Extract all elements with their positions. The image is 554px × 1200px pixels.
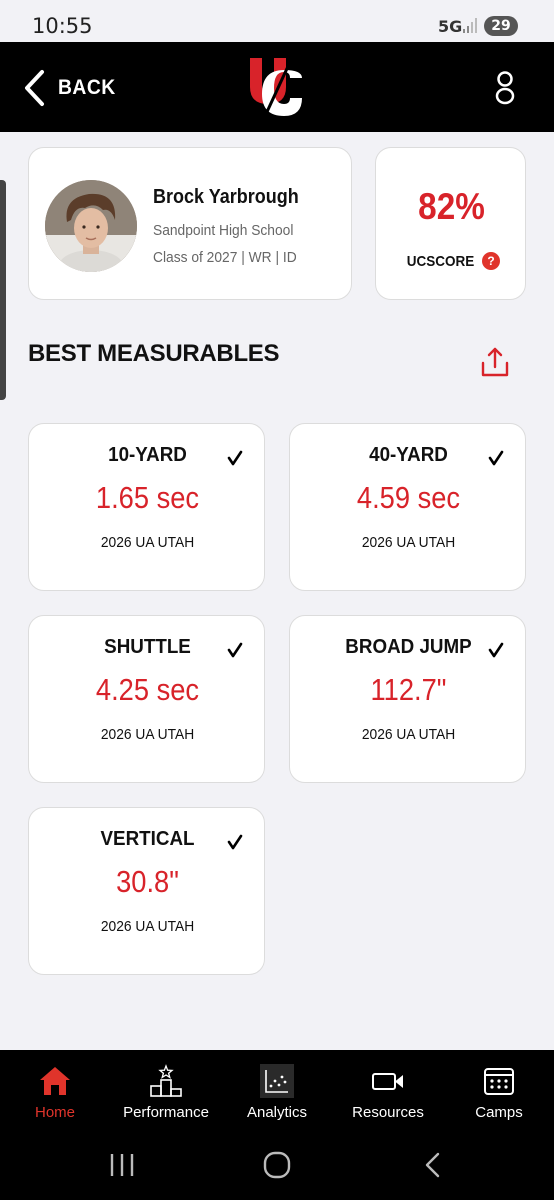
ucscore-label: UCSCORE <box>406 252 475 270</box>
check-icon <box>227 834 243 850</box>
measurable-value: 1.65 sec <box>95 480 200 515</box>
section-title: BEST MEASURABLES <box>28 340 280 367</box>
scatter-chart-icon <box>260 1064 294 1098</box>
measurable-value: 4.59 sec <box>356 480 461 515</box>
measurable-card-40-yard[interactable]: 40-YARD 4.59 sec 2026 UA UTAH <box>289 423 526 591</box>
measurable-event: 2026 UA UTAH <box>361 726 456 743</box>
ucscore-label-row: UCSCORE ? <box>376 252 527 270</box>
player-school: Sandpoint High School <box>153 222 294 239</box>
ucscore-value: 82% <box>418 186 485 227</box>
nav-home[interactable]: Home <box>22 1050 88 1130</box>
measurable-value: 30.8" <box>116 864 179 899</box>
measurable-event: 2026 UA UTAH <box>100 918 195 935</box>
bottom-nav: Home Performance Analytics Resources Cam… <box>0 1050 554 1130</box>
signal-icon <box>463 18 477 33</box>
nav-performance[interactable]: Performance <box>118 1050 214 1130</box>
nav-label: Resources <box>352 1104 424 1121</box>
home-icon <box>40 1067 70 1095</box>
check-icon <box>488 450 504 466</box>
recent-apps-icon[interactable] <box>107 1150 137 1180</box>
scroll-handle[interactable] <box>0 180 6 400</box>
player-name: Brock Yarbrough <box>153 186 299 208</box>
nav-label: Performance <box>123 1104 209 1121</box>
measurable-event: 2026 UA UTAH <box>361 534 456 551</box>
measurable-event: 2026 UA UTAH <box>100 726 195 743</box>
measurable-name: SHUTTLE <box>104 636 191 658</box>
measurable-card-broad-jump[interactable]: BROAD JUMP 112.7" 2026 UA UTAH <box>289 615 526 783</box>
profile-icon[interactable] <box>491 70 519 106</box>
measurable-value: 112.7" <box>370 672 447 707</box>
nav-label: Home <box>34 1104 75 1121</box>
measurable-name: BROAD JUMP <box>345 636 472 658</box>
player-avatar <box>45 180 137 272</box>
calendar-icon <box>484 1068 514 1095</box>
measurable-card-shuttle[interactable]: SHUTTLE 4.25 sec 2026 UA UTAH <box>28 615 265 783</box>
podium-icon <box>150 1064 182 1097</box>
player-profile-card[interactable]: Brock Yarbrough Sandpoint High School Cl… <box>28 147 352 300</box>
measurable-name: 10-YARD <box>108 444 187 466</box>
battery-indicator: 29 <box>484 16 518 36</box>
measurable-value: 4.25 sec <box>95 672 200 707</box>
system-nav-bar <box>0 1130 554 1200</box>
video-camera-icon <box>372 1073 403 1090</box>
network-type: 5G <box>438 17 463 36</box>
status-time: 10:55 <box>32 14 93 38</box>
check-icon <box>227 642 243 658</box>
check-icon <box>488 642 504 658</box>
back-nav-icon[interactable] <box>418 1150 448 1180</box>
uc-logo <box>250 58 302 116</box>
back-label: BACK <box>58 76 116 99</box>
nav-label: Analytics <box>246 1104 308 1121</box>
measurable-name: VERTICAL <box>100 828 195 850</box>
player-class-position-state: Class of 2027 | WR | ID <box>153 249 297 266</box>
share-icon[interactable] <box>480 345 510 379</box>
home-button-icon[interactable] <box>262 1150 292 1180</box>
check-icon <box>227 450 243 466</box>
chevron-left-icon <box>25 70 44 106</box>
nav-resources[interactable]: Resources <box>348 1050 428 1130</box>
app-header: BACK <box>0 42 554 132</box>
ucscore-card[interactable]: 82% UCSCORE ? <box>375 147 526 300</box>
measurable-card-vertical[interactable]: VERTICAL 30.8" 2026 UA UTAH <box>28 807 265 975</box>
back-button[interactable]: BACK <box>22 68 121 108</box>
help-icon[interactable]: ? <box>482 252 500 270</box>
measurable-event: 2026 UA UTAH <box>100 534 195 551</box>
nav-label: Camps <box>475 1104 523 1121</box>
nav-camps[interactable]: Camps <box>468 1050 530 1130</box>
nav-analytics[interactable]: Analytics <box>242 1050 312 1130</box>
status-bar: 10:55 5G 29 <box>0 0 554 42</box>
measurable-name: 40-YARD <box>369 444 448 466</box>
measurable-card-10-yard[interactable]: 10-YARD 1.65 sec 2026 UA UTAH <box>28 423 265 591</box>
